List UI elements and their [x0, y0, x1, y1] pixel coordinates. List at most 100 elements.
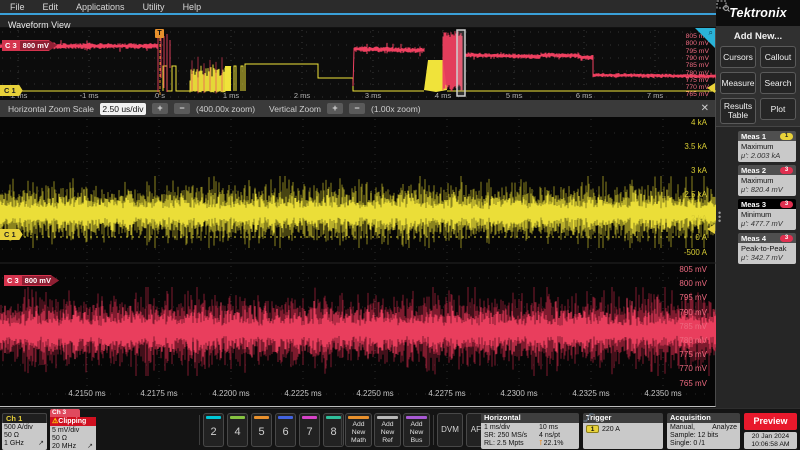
measurement-header: Meas 43 [738, 233, 796, 243]
menu-file[interactable]: File [10, 2, 25, 12]
ch3-label: C 3 [2, 41, 20, 50]
menu-utility[interactable]: Utility [143, 2, 165, 12]
trigger-panel[interactable]: Trigger 1 220 A [583, 413, 663, 449]
h-zoom-in-button[interactable]: + [152, 103, 168, 114]
v-zoom-out-button[interactable]: − [349, 103, 365, 114]
v-zoom-in-button[interactable]: + [327, 103, 343, 114]
channel-number: 6 [276, 426, 295, 438]
main-y-tick-ch3: 780 mV [679, 336, 707, 345]
divider [199, 415, 200, 445]
main-x-tick: 4.2175 ms [140, 389, 177, 398]
overview-y-tick: 780 mV [686, 70, 709, 77]
preview-button[interactable]: Preview [744, 413, 797, 430]
overview-x-tick: 6 ms [576, 91, 592, 100]
menu-edit[interactable]: Edit [43, 2, 59, 12]
measurement-value: μ': 477.7 mV [741, 219, 793, 228]
horizontal-panel[interactable]: Horizontal 1 ms/div10 msSR: 250 MS/s4 ns… [481, 413, 579, 449]
trigger-position-icon[interactable]: T [155, 29, 164, 38]
channel-4-button[interactable]: 4 [227, 413, 248, 447]
main-y-tick-ch3: 795 mV [679, 293, 707, 302]
add-new-button-grid: CursorsCalloutMeasureSearchResults Table… [716, 46, 800, 124]
ch1-settings-badge[interactable]: Ch 1 500 A/div50 Ω1 GHz↗ [2, 413, 47, 450]
measurement-badge[interactable]: Meas 23Maximumμ': 820.4 mV [738, 165, 796, 196]
measurement-badge[interactable]: Meas 33Minimumμ': 477.7 mV [738, 199, 796, 230]
channel-2-button[interactable]: 2 [203, 413, 224, 447]
horizontal-cell: 10 ms [539, 424, 576, 432]
ch1-setting-row: 50 Ω [4, 432, 45, 440]
main-y-tick-ch1: 4 kA [691, 118, 707, 127]
main-y-tick-ch1: 3.5 kA [684, 142, 707, 151]
acquisition-panel[interactable]: Acquisition Manual, Analyze Sample: 12 b… [667, 413, 740, 449]
channel-6-button[interactable]: 6 [275, 413, 296, 447]
measurement-value: μ': 342.7 mV [741, 253, 793, 262]
measurement-name: Meas 2 [741, 166, 766, 175]
measurement-name: Meas 4 [741, 234, 766, 243]
measurement-stat: Peak-to-Peak [741, 244, 793, 253]
channel-color-stripe [230, 416, 245, 419]
add-new-label: Add New... [716, 31, 800, 42]
add-results-table-button[interactable]: Results Table [720, 98, 756, 124]
measurement-source-badge: 1 [780, 133, 793, 140]
channel-5-button[interactable]: 5 [251, 413, 272, 447]
add-measure-button[interactable]: Measure [720, 72, 756, 94]
trigger-pos-icon: ⊺ [539, 440, 543, 447]
add-search-button[interactable]: Search [760, 72, 796, 94]
measurement-list: Meas 11Maximumμ': 2.003 kAMeas 23Maximum… [738, 131, 796, 264]
ch1-label: C 1 [4, 86, 16, 95]
main-ch3-badge[interactable]: C 3800 mV [4, 275, 59, 286]
ch1-level-arrow-icon[interactable] [707, 83, 715, 93]
divider [433, 415, 434, 445]
main-x-tick: 4.2225 ms [284, 389, 321, 398]
draw-a-box-icon [716, 0, 730, 12]
overview-plot[interactable]: -2 ms-1 ms0 s1 ms2 ms3 ms4 ms5 ms6 ms7 m… [0, 28, 716, 100]
channel-number: 7 [300, 426, 319, 438]
add-new-math-button[interactable]: Add New Math [345, 413, 372, 447]
horizontal-cell: 4 ns/pt [539, 432, 576, 440]
add-cursors-button[interactable]: Cursors [720, 46, 756, 68]
scale-arrow-icon: ↗ [87, 443, 93, 450]
main-ch1-badge[interactable]: C 1 [0, 229, 23, 240]
channel-7-button[interactable]: 7 [299, 413, 320, 447]
measurement-badge[interactable]: Meas 43Peak-to-Peakμ': 342.7 mV [738, 233, 796, 264]
measurement-header: Meas 33 [738, 199, 796, 209]
ch3-label: C 3 [4, 276, 22, 285]
scale-arrow-icon: ↗ [38, 440, 44, 448]
add-plot-button[interactable]: Plot [760, 98, 796, 120]
menu-applications[interactable]: Applications [76, 2, 125, 12]
trigger-level-arrow-icon[interactable] [707, 224, 715, 234]
main-y-tick-ch3: 765 mV [679, 379, 707, 388]
horizontal-cell: ⊺22.1% [539, 440, 576, 448]
main-waveform-view[interactable]: 4 kA3.5 kA3 kA2.5 kA2 kA0 A-500 A805 mV8… [0, 117, 716, 407]
overview-ch1-badge[interactable]: C 1 [0, 85, 23, 96]
overview-y-tick: 770 mV [686, 84, 709, 91]
acquisition-title: Acquisition [667, 413, 740, 423]
menu-bar: File Edit Applications Utility Help [0, 0, 716, 13]
main-waveforms [0, 117, 716, 407]
overview-ch3-badge[interactable]: C 3800 mV [2, 40, 57, 51]
drag-handle-icon[interactable]: ••• [718, 211, 721, 223]
add-new-ref-button[interactable]: Add New Ref [374, 413, 401, 447]
ch1-title: Ch 1 [2, 413, 47, 423]
ch3-tab: Ch 3 [50, 409, 80, 417]
add-callout-button[interactable]: Callout [760, 46, 796, 68]
h-zoom-out-button[interactable]: − [174, 103, 190, 114]
main-x-tick: 4.2150 ms [68, 389, 105, 398]
results-panel: ••• Meas 11Maximumμ': 2.003 kAMeas 23Max… [716, 126, 800, 408]
dvm-button[interactable]: DVM [437, 413, 463, 447]
main-x-tick: 4.2350 ms [644, 389, 681, 398]
v-zoom-label: Vertical Zoom [269, 104, 321, 114]
add-new-bus-button[interactable]: Add New Bus [403, 413, 430, 447]
channel-number: 5 [252, 426, 271, 438]
rising-edge-icon [583, 413, 594, 422]
h-zoom-scale-input[interactable]: 2.50 us/div [100, 103, 146, 115]
measurement-badge[interactable]: Meas 11Maximumμ': 2.003 kA [738, 131, 796, 162]
menu-help[interactable]: Help [183, 2, 202, 12]
close-icon[interactable]: ✕ [701, 103, 709, 114]
trigger-title: Trigger [583, 413, 663, 423]
ch3-settings-badge[interactable]: Ch 3 ⚠Clipping 5 mV/div50 Ω20 MHz↗ [50, 413, 96, 450]
horizontal-row: SR: 250 MS/s4 ns/pt [484, 432, 576, 440]
overview-y-tick: 790 mV [686, 55, 709, 62]
measurement-header: Meas 23 [738, 165, 796, 175]
main-x-tick: 4.2250 ms [356, 389, 393, 398]
time: 10:06:58 AM [751, 441, 789, 448]
